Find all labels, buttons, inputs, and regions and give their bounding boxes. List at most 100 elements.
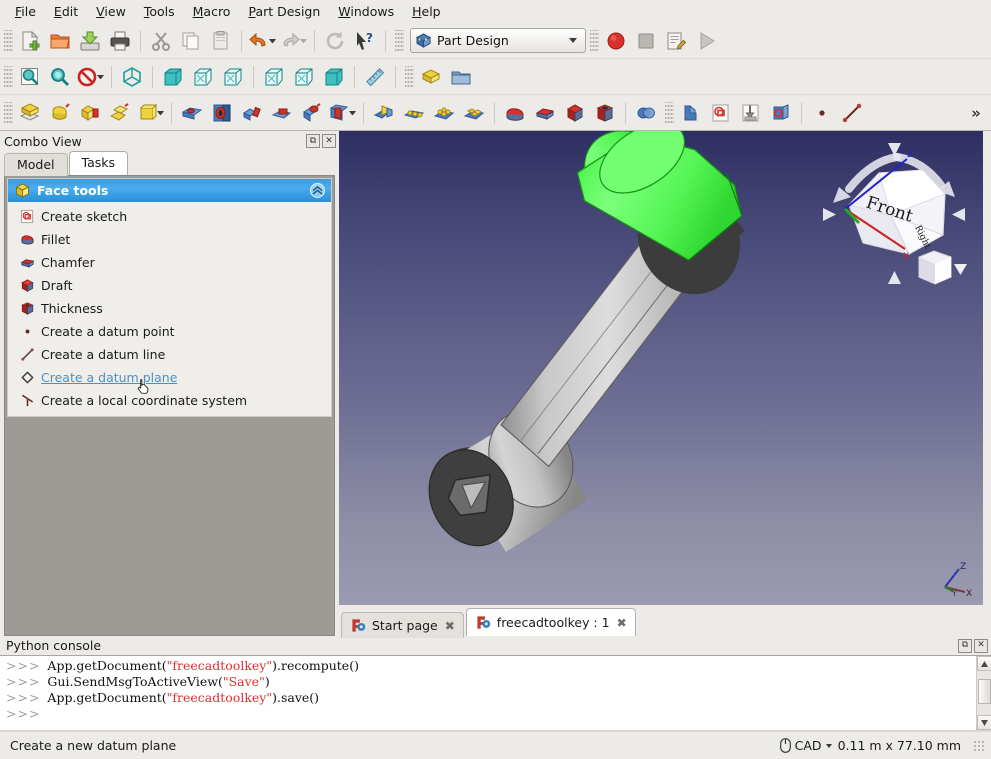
chamfer-icon[interactable] bbox=[530, 98, 560, 128]
pad-icon[interactable] bbox=[45, 98, 75, 128]
bottom-view-icon[interactable] bbox=[289, 62, 319, 92]
toolbar-grip-structure[interactable] bbox=[405, 65, 414, 88]
fillet-icon[interactable] bbox=[500, 98, 530, 128]
task-thickness[interactable]: Thickness bbox=[8, 297, 331, 320]
float-panel-icon[interactable]: ⧉ bbox=[958, 638, 972, 653]
scroll-up-icon[interactable] bbox=[976, 656, 991, 671]
macro-execute-icon[interactable] bbox=[691, 26, 721, 56]
collapse-group-icon[interactable] bbox=[310, 183, 325, 198]
resize-grip[interactable] bbox=[973, 739, 985, 752]
navigation-cube[interactable]: Z X Front Right bbox=[819, 137, 969, 297]
menu-tools[interactable]: Tools bbox=[135, 2, 184, 21]
measure-icon[interactable] bbox=[360, 62, 390, 92]
task-create-sketch[interactable]: Create sketch bbox=[8, 205, 331, 228]
datum-point-icon[interactable] bbox=[807, 98, 837, 128]
float-panel-icon[interactable]: ⧉ bbox=[306, 134, 320, 148]
polar-pattern-icon[interactable] bbox=[429, 98, 459, 128]
linear-pattern-icon[interactable] bbox=[399, 98, 429, 128]
menu-edit[interactable]: Edit bbox=[45, 2, 87, 21]
datum-line-icon[interactable] bbox=[837, 98, 867, 128]
task-draft[interactable]: Draft bbox=[8, 274, 331, 297]
refresh-icon[interactable] bbox=[320, 26, 350, 56]
menu-help[interactable]: Help bbox=[403, 2, 450, 21]
additive-pipe-icon[interactable] bbox=[135, 98, 159, 128]
shape-binder-icon[interactable] bbox=[676, 98, 706, 128]
create-group-icon[interactable] bbox=[446, 62, 476, 92]
menu-file[interactable]: FFileile bbox=[6, 2, 45, 21]
menu-view[interactable]: View bbox=[87, 2, 135, 21]
new-document-icon[interactable] bbox=[15, 26, 45, 56]
task-create-local-coordinate-system[interactable]: Create a local coordinate system bbox=[8, 389, 331, 412]
macro-edit-icon[interactable] bbox=[661, 26, 691, 56]
toolbar-grip-pd[interactable] bbox=[4, 101, 13, 124]
task-create-datum-line[interactable]: Create a datum line bbox=[8, 343, 331, 366]
validate-sketch-icon[interactable] bbox=[766, 98, 796, 128]
task-fillet[interactable]: Fillet bbox=[8, 228, 331, 251]
scroll-down-icon[interactable] bbox=[976, 715, 991, 730]
fit-selection-icon[interactable] bbox=[45, 62, 75, 92]
revolution-icon[interactable] bbox=[75, 98, 105, 128]
open-document-icon[interactable] bbox=[45, 26, 75, 56]
toolbar-grip-workbench[interactable] bbox=[395, 29, 404, 52]
print-document-icon[interactable] bbox=[105, 26, 135, 56]
console-scrollbar[interactable] bbox=[976, 656, 991, 730]
multi-transform-icon[interactable] bbox=[459, 98, 489, 128]
redo-icon[interactable] bbox=[278, 26, 302, 56]
create-sketch-icon[interactable] bbox=[706, 98, 736, 128]
scrollbar-track[interactable] bbox=[976, 671, 991, 715]
isometric-view-icon[interactable] bbox=[117, 62, 147, 92]
additive-loft-icon[interactable] bbox=[105, 98, 135, 128]
document-tab-start-page[interactable]: Start page ✖ bbox=[341, 612, 464, 638]
subtractive-loft-icon[interactable] bbox=[267, 98, 297, 128]
cut-icon[interactable] bbox=[146, 26, 176, 56]
python-console-output[interactable]: >>> App.getDocument("freecadtoolkey").rec… bbox=[0, 656, 976, 730]
subtractive-pipe-icon[interactable] bbox=[297, 98, 327, 128]
task-create-datum-plane[interactable]: Create a datum plane bbox=[8, 366, 331, 394]
toolbar-grip-view[interactable] bbox=[4, 65, 13, 88]
left-view-icon[interactable] bbox=[319, 62, 349, 92]
front-view-icon[interactable] bbox=[158, 62, 188, 92]
toolbar-overflow-button[interactable]: » bbox=[961, 98, 991, 128]
task-create-datum-point[interactable]: Create a datum point bbox=[8, 320, 331, 343]
boolean-icon[interactable] bbox=[631, 98, 661, 128]
right-view-icon[interactable] bbox=[218, 62, 248, 92]
menu-macro[interactable]: Macro bbox=[184, 2, 240, 21]
thickness-icon[interactable] bbox=[590, 98, 620, 128]
paste-icon[interactable] bbox=[206, 26, 236, 56]
undo-icon[interactable] bbox=[247, 26, 271, 56]
close-icon[interactable]: ✖ bbox=[445, 619, 455, 633]
python-console-body[interactable]: >>> App.getDocument("freecadtoolkey").rec… bbox=[0, 655, 991, 731]
hole-icon[interactable] bbox=[207, 98, 237, 128]
toolbar-grip-sketch[interactable] bbox=[665, 101, 674, 124]
create-part-icon[interactable] bbox=[416, 62, 446, 92]
tab-tasks[interactable]: Tasks bbox=[68, 151, 129, 175]
fit-all-icon[interactable] bbox=[15, 62, 45, 92]
macro-record-icon[interactable] bbox=[601, 26, 631, 56]
close-panel-icon[interactable]: ✕ bbox=[322, 134, 336, 148]
workbench-selector[interactable]: Part Design bbox=[410, 28, 586, 53]
menu-part-design[interactable]: Part Design bbox=[239, 2, 329, 21]
groove-icon[interactable] bbox=[237, 98, 267, 128]
pocket-icon[interactable] bbox=[177, 98, 207, 128]
face-tools-header[interactable]: Face tools bbox=[8, 179, 331, 202]
scrollbar-thumb[interactable] bbox=[977, 678, 991, 704]
close-icon[interactable]: ✖ bbox=[617, 616, 627, 630]
draft-icon[interactable] bbox=[560, 98, 590, 128]
chevron-down-icon[interactable] bbox=[569, 38, 577, 43]
close-panel-icon[interactable]: ✕ bbox=[974, 638, 988, 653]
mirrored-icon[interactable] bbox=[369, 98, 399, 128]
macro-stop-icon[interactable] bbox=[631, 26, 661, 56]
copy-icon[interactable] bbox=[176, 26, 206, 56]
chevron-down-icon[interactable] bbox=[825, 743, 832, 748]
subtractive-primitive-icon[interactable] bbox=[327, 98, 351, 128]
document-tab-freecadtoolkey[interactable]: freecadtoolkey : 1 ✖ bbox=[465, 608, 636, 636]
attach-sketch-icon[interactable] bbox=[736, 98, 766, 128]
top-view-icon[interactable] bbox=[188, 62, 218, 92]
create-body-icon[interactable] bbox=[15, 98, 45, 128]
3d-viewport[interactable]: Z X Front Right Z X Y bbox=[339, 131, 983, 605]
toolbar-grip-macro[interactable] bbox=[590, 29, 599, 52]
toolbar-grip[interactable] bbox=[4, 29, 13, 52]
tab-model[interactable]: Model bbox=[4, 153, 68, 176]
menu-windows[interactable]: Windows bbox=[329, 2, 403, 21]
whats-this-icon[interactable]: ? bbox=[350, 26, 380, 56]
